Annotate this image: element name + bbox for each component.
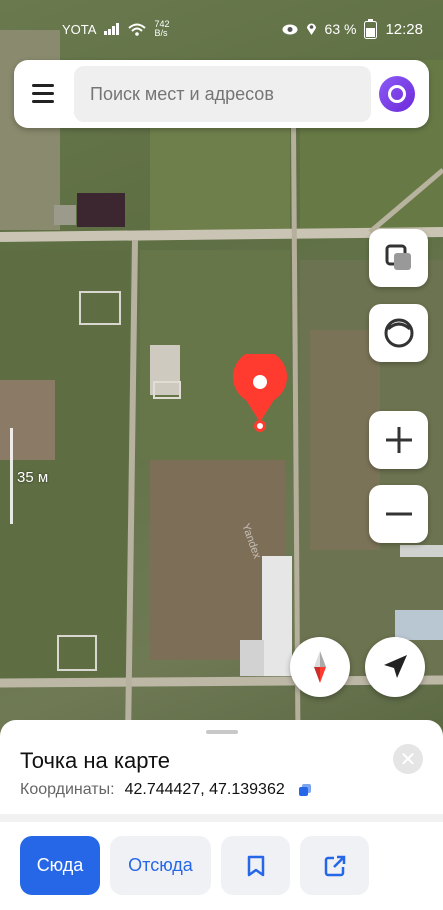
alice-icon[interactable]	[379, 76, 415, 112]
compass-button[interactable]	[290, 637, 350, 697]
route-from-button[interactable]: Отсюда	[110, 836, 211, 895]
bookmark-button[interactable]	[221, 836, 290, 895]
close-button[interactable]: ✕	[393, 744, 423, 774]
location-arrow-icon	[384, 655, 407, 678]
battery-icon	[364, 19, 378, 39]
route-icon	[384, 318, 413, 348]
copy-icon[interactable]	[298, 784, 311, 796]
coordinates-label: Координаты:	[20, 781, 115, 798]
share-icon	[324, 855, 345, 876]
layers-button[interactable]	[369, 229, 428, 287]
search-input[interactable]	[74, 66, 371, 122]
divider	[0, 814, 443, 822]
location-icon	[306, 23, 316, 35]
network-speed: 742 B/s	[154, 20, 169, 38]
route-here-button[interactable]: Сюда	[20, 836, 100, 895]
wifi-icon	[128, 23, 147, 36]
map-pin-icon[interactable]	[232, 354, 288, 424]
status-bar: YOTA 742 B/s 63 % 12:28	[0, 0, 443, 56]
route-button[interactable]	[369, 304, 428, 362]
zoom-in-icon	[385, 427, 412, 453]
map-scale-label: 35 м	[17, 469, 49, 486]
search-bar	[14, 60, 429, 128]
zoom-out-button[interactable]	[369, 485, 428, 543]
place-card: Точка на карте ✕ Координаты: 42.744427, …	[0, 720, 443, 910]
my-location-button[interactable]	[365, 637, 425, 697]
zoom-out-icon	[385, 512, 412, 516]
bookmark-icon	[247, 855, 264, 876]
menu-icon[interactable]	[32, 84, 54, 104]
route-from-label: Отсюда	[128, 855, 193, 875]
sheet-grabber[interactable]	[206, 730, 238, 734]
layers-icon	[385, 244, 411, 270]
battery-percent: 63 %	[324, 21, 357, 37]
place-title: Точка на карте	[20, 748, 171, 773]
zoom-in-button[interactable]	[369, 411, 428, 469]
pin-point-marker	[254, 420, 266, 432]
coordinates-value[interactable]: 42.744427, 47.139362	[125, 781, 285, 799]
route-here-label: Сюда	[36, 855, 84, 875]
coordinates-row: Координаты: 42.744427, 47.139362	[20, 781, 311, 799]
network-speed-unit: B/s	[154, 28, 168, 38]
clock: 12:28	[385, 20, 423, 38]
map-scale-bar	[10, 428, 13, 524]
close-icon: ✕	[399, 748, 417, 771]
signal-icon	[104, 23, 120, 35]
compass-icon	[314, 651, 326, 683]
eye-icon	[282, 24, 298, 34]
share-button[interactable]	[300, 836, 369, 895]
carrier-label: YOTA	[62, 21, 97, 37]
